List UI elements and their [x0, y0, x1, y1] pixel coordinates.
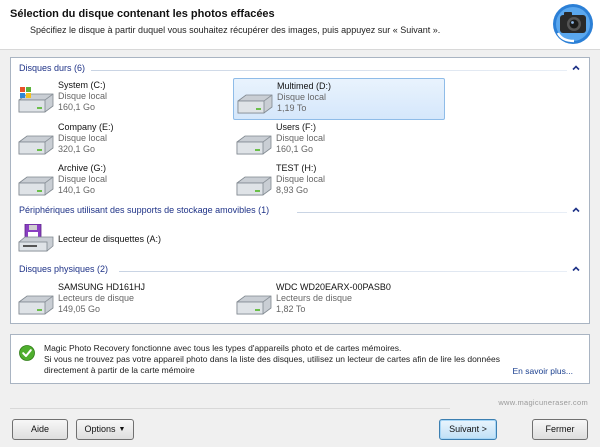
hard-disk-icon [18, 135, 54, 155]
disk-size: 320,1 Go [58, 144, 96, 154]
disk-type: Disque local [58, 174, 108, 184]
website-link[interactable]: www.magicuneraser.com [498, 398, 588, 407]
disk-item-system-c[interactable]: System (C:) Disque local 160,1 Go [15, 78, 227, 120]
chevron-up-icon[interactable] [571, 264, 581, 274]
page-title: Sélection du disque contenant les photos… [10, 8, 275, 20]
next-button-label: Suivant > [449, 424, 487, 434]
disk-type: Disque local [276, 174, 326, 184]
disk-size: 1,82 To [276, 304, 306, 314]
disk-size: 149,05 Go [58, 304, 101, 314]
chevron-up-icon[interactable] [571, 63, 581, 73]
help-button-label: Aide [30, 424, 49, 434]
check-icon [19, 345, 35, 361]
disk-item-archive-g[interactable]: Archive (G:) Disque local 140,1 Go [15, 161, 227, 203]
page-subtitle: Spécifiez le disque à partir duquel vous… [30, 25, 441, 35]
info-text: Magic Photo Recovery fonctionne avec tou… [44, 343, 514, 376]
caret-down-icon: ▼ [118, 426, 126, 433]
disk-text: Archive (G:) Disque local 140,1 Go [58, 163, 107, 196]
disk-text: System (C:) Disque local 160,1 Go [58, 80, 107, 113]
hard-disk-icon [236, 176, 272, 196]
learn-more-link[interactable]: En savoir plus... [513, 366, 573, 376]
close-button[interactable]: Fermer [532, 419, 588, 440]
group-label: Disques physiques (2) [19, 264, 109, 274]
disk-text: Multimed (D:) Disque local 1,19 To [277, 81, 331, 114]
group-label: Périphériques utilisant des supports de … [19, 205, 270, 215]
chevron-up-icon[interactable] [571, 205, 581, 215]
floppy-drive-icon [18, 224, 54, 252]
divider [297, 212, 567, 213]
hard-disk-icon [236, 295, 272, 315]
disk-name: WDC WD20EARX-00PASB0 [276, 282, 391, 292]
disk-name: Archive (G:) [58, 163, 107, 173]
disk-text: Users (F:) Disque local 160,1 Go [276, 122, 325, 155]
disk-item-wdc[interactable]: WDC WD20EARX-00PASB0 Lecteurs de disque … [233, 280, 445, 322]
hard-disk-icon [18, 295, 54, 315]
info-line: directement à partir de la carte mémoire [44, 365, 195, 375]
disk-name: TEST (H:) [276, 163, 317, 173]
disk-name: Multimed (D:) [277, 81, 332, 91]
group-header-physical[interactable]: Disques physiques (2) [19, 264, 581, 278]
header: Sélection du disque contenant les photos… [0, 0, 600, 50]
info-line: Magic Photo Recovery fonctionne avec tou… [44, 343, 402, 353]
disk-item-multimed-d[interactable]: Multimed (D:) Disque local 1,19 To [233, 78, 445, 120]
windows-hard-disk-icon [18, 87, 54, 113]
disk-size: 160,1 Go [58, 102, 96, 112]
disk-text: TEST (H:) Disque local 8,93 Go [276, 163, 325, 196]
hard-disk-icon [236, 135, 272, 155]
disk-size: 8,93 Go [276, 185, 309, 195]
group-label: Disques durs (6) [19, 63, 86, 73]
help-button[interactable]: Aide [12, 419, 68, 440]
disk-text: SAMSUNG HD161HJ Lecteurs de disque 149,0… [58, 282, 145, 315]
disk-name: System (C:) [58, 80, 106, 90]
disk-name: Users (F:) [276, 122, 316, 132]
disk-text: WDC WD20EARX-00PASB0 Lecteurs de disque … [276, 282, 391, 315]
disk-type: Disque local [277, 92, 327, 102]
disk-list-panel: Disques durs (6) System (C:) Disque loca… [10, 57, 590, 324]
disk-size: 140,1 Go [58, 185, 96, 195]
info-panel: Magic Photo Recovery fonctionne avec tou… [10, 334, 590, 384]
disk-type: Lecteurs de disque [58, 293, 135, 303]
group-header-hard-disks[interactable]: Disques durs (6) [19, 63, 581, 77]
disk-size: 160,1 Go [276, 144, 314, 154]
disk-item-samsung[interactable]: SAMSUNG HD161HJ Lecteurs de disque 149,0… [15, 280, 227, 322]
disk-name: Lecteur de disquettes (A:) [58, 234, 162, 244]
disk-type: Disque local [276, 133, 326, 143]
disk-text: Company (E:) Disque local 320,1 Go [58, 122, 114, 155]
camera-icon [553, 4, 593, 44]
close-button-label: Fermer [545, 424, 575, 434]
disk-type: Disque local [58, 133, 108, 143]
divider [91, 70, 567, 71]
divider [119, 271, 567, 272]
hard-disk-icon [237, 94, 273, 114]
disk-item-users-f[interactable]: Users (F:) Disque local 160,1 Go [233, 120, 445, 162]
disk-item-test-h[interactable]: TEST (H:) Disque local 8,93 Go [233, 161, 445, 203]
info-line: Si vous ne trouvez pas votre appareil ph… [44, 354, 500, 364]
divider [10, 408, 450, 409]
disk-size: 1,19 To [277, 103, 307, 113]
disk-type: Disque local [58, 91, 108, 101]
disk-item-company-e[interactable]: Company (E:) Disque local 320,1 Go [15, 120, 227, 162]
disk-name: SAMSUNG HD161HJ [58, 282, 146, 292]
options-button[interactable]: Options ▼ [76, 419, 134, 440]
group-header-removable[interactable]: Périphériques utilisant des supports de … [19, 205, 581, 219]
options-button-label: Options [84, 424, 116, 434]
disk-type: Lecteurs de disque [276, 293, 353, 303]
disk-item-floppy-a[interactable]: Lecteur de disquettes (A:) [15, 222, 215, 256]
disk-name: Company (E:) [58, 122, 114, 132]
next-button[interactable]: Suivant > [439, 419, 497, 440]
hard-disk-icon [18, 176, 54, 196]
